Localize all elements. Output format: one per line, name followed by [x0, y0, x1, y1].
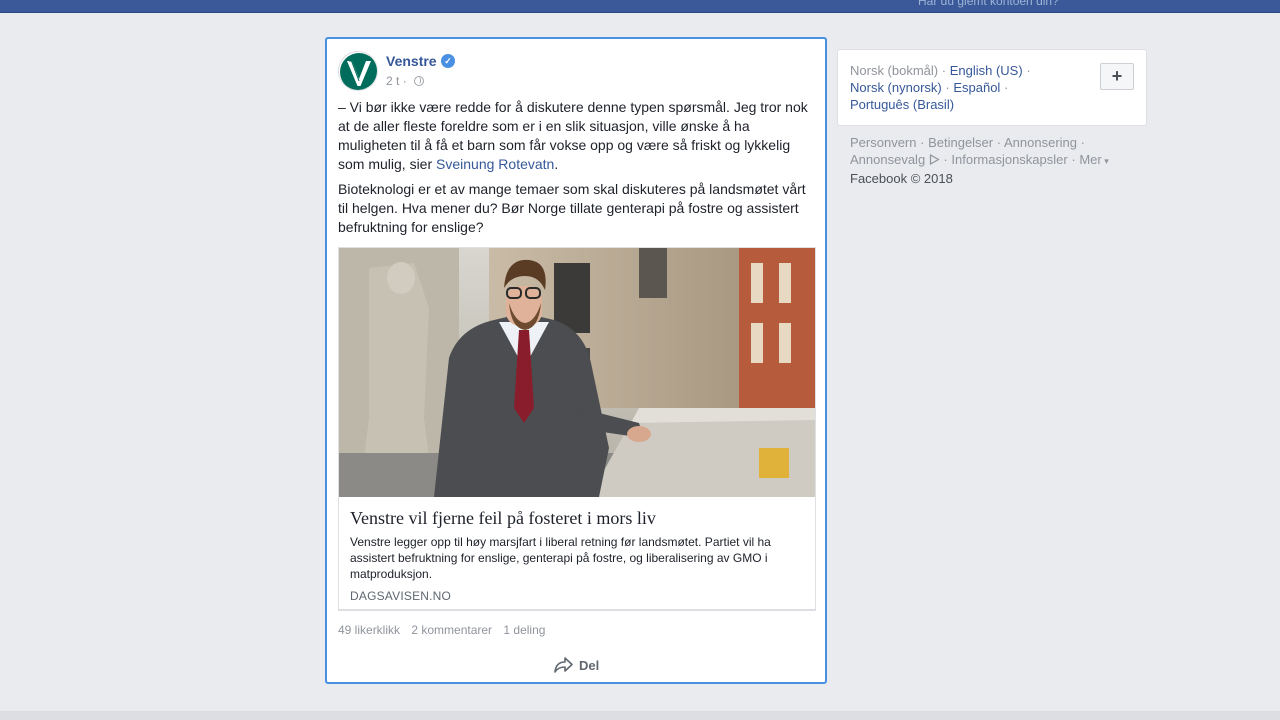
link-preview-image[interactable]	[339, 248, 815, 497]
shares-count[interactable]: 1 deling	[503, 623, 545, 637]
add-language-button[interactable]: +	[1100, 63, 1134, 90]
footer-link-more[interactable]: Mer	[1079, 152, 1101, 167]
language-option-english-us[interactable]: English (US)	[950, 63, 1023, 78]
meta-separator: ·	[402, 74, 407, 88]
page-avatar[interactable]	[338, 51, 378, 91]
language-selector-box: Norsk (bokmål) · English (US) · Norsk (n…	[837, 49, 1147, 126]
globe-icon[interactable]	[414, 76, 425, 86]
person-tag-link[interactable]: Sveinung Rotevatn	[436, 156, 554, 172]
link-preview-card[interactable]: Venstre vil fjerne feil på fosteret i mo…	[338, 247, 816, 611]
forgot-account-link[interactable]: Har du glemt kontoen din?	[918, 0, 1059, 8]
photo-man-in-suit	[339, 248, 815, 497]
comments-count[interactable]: 2 kommentarer	[411, 623, 492, 637]
post-text-paragraph-2: Bioteknologi er et av mange temaer som s…	[338, 181, 806, 235]
post-text-1-end: .	[554, 156, 559, 172]
post-meta: 2 t ·	[386, 74, 425, 88]
post-text-1: – Vi bør ikke være redde for å diskutere…	[338, 99, 808, 172]
post-text-paragraph-1: – Vi bør ikke være redde for å diskutere…	[338, 98, 816, 174]
language-option-espanol[interactable]: Español	[953, 80, 1000, 95]
likes-count[interactable]: 49 likerklikk	[338, 623, 400, 637]
language-option-norsk-nynorsk[interactable]: Norsk (nynorsk)	[850, 80, 942, 95]
footer-links: Personvern · Betingelser · Annonsering ·…	[850, 135, 1109, 186]
language-option-portugues-brasil[interactable]: Português (Brasil)	[850, 97, 954, 112]
current-language: Norsk (bokmål)	[850, 63, 939, 78]
footer-link-terms[interactable]: Betingelser	[928, 135, 993, 150]
venstre-logo-icon	[340, 53, 377, 90]
link-domain: DAGSAVISEN.NO	[350, 589, 452, 603]
engagement-stats: 49 likerklikk 2 kommentarer 1 deling	[338, 623, 553, 637]
copyright: Facebook © 2018	[850, 171, 953, 186]
top-navigation-bar: Har du glemt kontoen din?	[0, 0, 1280, 13]
verified-badge-icon: ✓	[441, 54, 455, 68]
ad-choices-icon	[929, 153, 940, 166]
language-list: Norsk (bokmål) · English (US) · Norsk (n…	[850, 63, 1031, 112]
footer-link-ad-choices[interactable]: Annonsevalg	[850, 152, 925, 167]
link-description: Venstre legger opp til høy marsjfart i l…	[350, 535, 771, 581]
link-title[interactable]: Venstre vil fjerne feil på fosteret i mo…	[350, 508, 656, 529]
page-name-link[interactable]: Venstre	[386, 53, 437, 69]
share-button[interactable]: Del	[554, 653, 599, 677]
share-arrow-icon	[554, 657, 573, 673]
share-button-label: Del	[579, 657, 600, 673]
footer-link-privacy[interactable]: Personvern	[850, 135, 916, 150]
post-timestamp-link[interactable]: 2 t	[386, 74, 399, 88]
caret-down-icon[interactable]: ▾	[1102, 156, 1109, 166]
post-card: Venstre ✓ 2 t · – Vi bør ikke være redde…	[325, 37, 827, 684]
bottom-strip	[0, 711, 1280, 720]
footer-link-advertising[interactable]: Annonsering	[1004, 135, 1077, 150]
footer-link-cookies[interactable]: Informasjonskapsler	[951, 152, 1067, 167]
